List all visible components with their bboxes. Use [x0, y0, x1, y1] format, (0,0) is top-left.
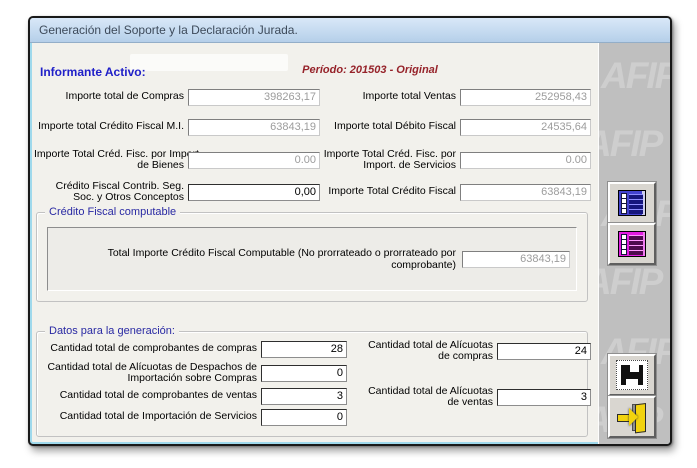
importe-cred-fisc-import-servicios-field: 0.00 [460, 152, 591, 169]
field-row: Importe total Ventas 252958,43 [290, 85, 591, 109]
generacion-soporte-window: Generación del Soporte y la Declaración … [28, 16, 672, 446]
window-content: AFIPAFIPAFIPAFIPAFIPAFIP [30, 43, 670, 444]
importe-total-ventas-label: Importe total Ventas [290, 91, 456, 103]
field-row: Cantidad total de comprobantes de compra… [41, 337, 347, 361]
periodo-label: Período: 201503 - Original [260, 64, 480, 76]
field-row: Cantidad total de Alícuotasde compras 24 [347, 339, 591, 363]
field-row: Cantidad total de Alícuotas de Despachos… [41, 361, 347, 385]
cantidad-alicuotas-ventas-field[interactable]: 3 [497, 389, 591, 406]
window-titlebar[interactable]: Generación del Soporte y la Declaración … [30, 18, 670, 43]
importe-total-credito-fiscal-label: Importe Total Crédito Fiscal [290, 186, 456, 198]
cantidad-comprobantes-compras-label: Cantidad total de comprobantes de compra… [41, 343, 257, 355]
afip-watermark-text: AFIP [598, 261, 661, 303]
credito-fiscal-contrib-seg-soc-label: Crédito Fiscal Contrib. Seg.Soc. y Otros… [34, 181, 184, 204]
field-row: Importe total Crédito Fiscal M.I. 63843,… [34, 115, 320, 139]
cantidad-alicuotas-compras-label: Cantidad total de Alícuotasde compras [347, 340, 493, 363]
total-credito-computable-label: Total Importe Crédito Fiscal Computable … [48, 247, 456, 271]
exit-button[interactable] [608, 396, 656, 438]
cantidad-alicuotas-despachos-importacion-label: Cantidad total de Alícuotas de Despachos… [41, 362, 257, 385]
window-title: Generación del Soporte y la Declaración … [39, 23, 298, 37]
field-row: Importe Total Créd. Fisc. por Import.de … [34, 148, 320, 172]
magenta-list-icon [618, 231, 646, 257]
informante-activo-label: Informante Activo: [40, 65, 146, 79]
importe-total-ventas-field: 252958,43 [460, 89, 591, 106]
datos-generacion-group: Datos para la generación: Cantidad total… [36, 331, 588, 437]
cantidad-comprobantes-compras-field[interactable]: 28 [261, 341, 347, 358]
credito-fiscal-computable-group: Crédito Fiscal computable Total Importe … [36, 212, 588, 302]
cantidad-importacion-servicios-label: Cantidad total de Importación de Servici… [41, 411, 257, 423]
field-row: Importe Total Créd. Fisc. porImport. de … [290, 148, 591, 172]
importe-credito-fiscal-mi-label: Importe total Crédito Fiscal M.I. [34, 121, 184, 133]
field-row: Cantidad total de Alícuotasde ventas 3 [347, 385, 591, 409]
importe-debito-fiscal-label: Importe total Débito Fiscal [290, 121, 456, 133]
field-row: Cantidad total de Importación de Servici… [41, 405, 347, 429]
cantidad-alicuotas-despachos-importacion-field[interactable]: 0 [261, 365, 347, 382]
importe-cred-fisc-import-bienes-label: Importe Total Créd. Fisc. por Import.de … [34, 149, 184, 172]
total-credito-fiscal-computable-field: 63843,19 [462, 251, 570, 268]
list-report-button[interactable] [608, 182, 656, 224]
field-row: Importe Total Crédito Fiscal 63843,19 [290, 180, 591, 204]
cantidad-alicuotas-ventas-label: Cantidad total de Alícuotasde ventas [347, 386, 493, 409]
importe-total-compras-label: Importe total de Compras [34, 91, 184, 103]
importe-cred-fisc-import-servicios-label: Importe Total Créd. Fisc. porImport. de … [290, 149, 456, 172]
save-button[interactable] [608, 354, 656, 396]
exit-door-icon [616, 403, 648, 431]
importe-total-credito-fiscal-field: 63843,19 [460, 184, 591, 201]
field-row: Crédito Fiscal Contrib. Seg.Soc. y Otros… [34, 180, 320, 204]
cantidad-comprobantes-ventas-field[interactable]: 3 [261, 388, 347, 405]
afip-watermark-text: AFIP [601, 55, 671, 97]
cantidad-alicuotas-compras-field[interactable]: 24 [497, 343, 591, 360]
importe-debito-fiscal-field: 24535,64 [460, 119, 591, 136]
computable-panel: Total Importe Crédito Fiscal Computable … [47, 227, 577, 291]
cantidad-comprobantes-ventas-label: Cantidad total de comprobantes de ventas [41, 390, 257, 402]
save-floppy-icon [616, 360, 648, 390]
blue-list-icon [618, 190, 646, 216]
cantidad-importacion-servicios-field[interactable]: 0 [261, 409, 347, 426]
credito-fiscal-computable-caption: Crédito Fiscal computable [45, 206, 180, 218]
list-detail-button[interactable] [608, 223, 656, 265]
datos-generacion-caption: Datos para la generación: [45, 325, 179, 337]
afip-watermark-text: AFIP [598, 123, 661, 165]
field-row: Importe total de Compras 398263,17 [34, 85, 320, 109]
field-row: Importe total Débito Fiscal 24535,64 [290, 115, 591, 139]
